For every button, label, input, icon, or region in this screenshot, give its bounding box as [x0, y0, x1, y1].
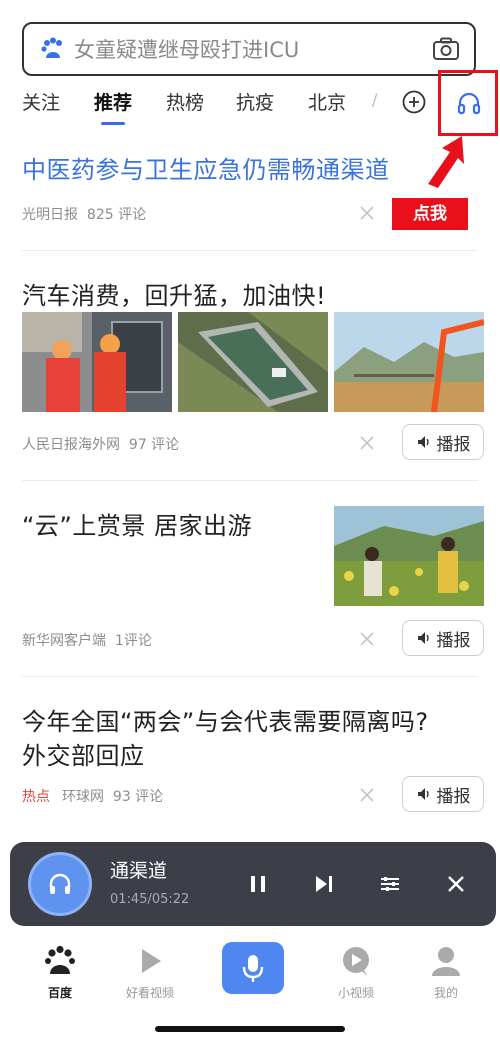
divider	[22, 676, 478, 677]
channel-tabs: 关注 推荐 热榜 抗疫 北京 /	[0, 88, 500, 128]
article-comments: 1评论	[114, 633, 152, 649]
baidu-paw-icon	[45, 945, 75, 974]
tab-hot-list[interactable]: 热榜	[166, 88, 204, 115]
play-icon	[142, 949, 161, 973]
search-input[interactable]: 女童疑遭继母殴打进ICU	[74, 34, 432, 64]
player-time: 01:45/05:22	[110, 892, 190, 907]
article-title[interactable]: 今年全国“两会”与会代表需要隔离吗?	[22, 702, 429, 737]
playlist-settings-icon[interactable]	[378, 872, 402, 896]
article-meta: 人民日报海外网 97 评论	[22, 434, 179, 454]
article-meta: 光明日报 825 评论	[22, 204, 146, 224]
tab-overflow: /	[372, 90, 378, 109]
pause-icon[interactable]	[246, 872, 270, 896]
article-comments: 97 评论	[128, 437, 180, 453]
article-comments: 825 评论	[86, 207, 147, 223]
dismiss-icon[interactable]	[358, 630, 376, 648]
microphone-icon	[242, 955, 264, 982]
audio-player[interactable]: 通渠道 01:45/05:22	[10, 842, 496, 926]
divider	[22, 250, 478, 251]
user-icon	[432, 947, 460, 976]
article-source: 环球网	[62, 789, 104, 805]
article-image[interactable]	[178, 312, 328, 412]
small-video-icon	[343, 947, 369, 976]
article-image[interactable]	[22, 312, 172, 412]
nav-baidu[interactable]: 百度	[20, 942, 100, 1001]
baidu-paw-icon	[41, 37, 62, 58]
speaker-icon	[417, 632, 429, 644]
home-indicator	[155, 1026, 345, 1032]
camera-icon[interactable]	[432, 37, 460, 61]
add-channel-icon[interactable]	[402, 90, 426, 114]
article-comments: 93 评论	[112, 789, 164, 805]
tab-recommend[interactable]: 推荐	[94, 88, 132, 115]
speaker-icon	[417, 436, 429, 448]
nav-label: 我的	[433, 986, 458, 1000]
article-source: 人民日报海外网	[22, 437, 120, 453]
next-track-icon[interactable]	[312, 872, 336, 896]
article-title[interactable]: “云”上赏景 居家出游	[22, 506, 252, 541]
active-tab-indicator	[101, 122, 125, 125]
read-aloud-button[interactable]: 播报	[402, 424, 484, 460]
nav-mine[interactable]: 我的	[406, 942, 486, 1001]
article-image[interactable]	[334, 312, 484, 412]
close-icon[interactable]	[444, 872, 468, 896]
red-arrow-icon	[428, 136, 464, 188]
article-title[interactable]: 中医药参与卫生应急仍需畅通渠道	[22, 150, 390, 185]
player-cover[interactable]	[28, 852, 92, 916]
click-me-label: 点我	[392, 198, 468, 230]
article-meta: 新华网客户端 1评论	[22, 630, 152, 650]
dismiss-icon[interactable]	[358, 786, 376, 804]
article-image[interactable]	[334, 506, 484, 606]
speaker-icon	[417, 788, 429, 800]
tab-anti-epidemic[interactable]: 抗疫	[236, 88, 274, 115]
dismiss-icon[interactable]	[358, 434, 376, 452]
player-title: 通渠道	[110, 860, 168, 882]
article-title-line2[interactable]: 外交部回应	[22, 736, 145, 771]
article-source: 光明日报	[22, 207, 78, 223]
read-aloud-button[interactable]: 播报	[402, 776, 484, 812]
nav-label: 小视频	[337, 986, 374, 1000]
article-title[interactable]: 汽车消费，回升猛，加油快!	[22, 276, 326, 311]
highlight-box	[438, 70, 498, 136]
divider	[22, 480, 478, 481]
search-bar[interactable]: 女童疑遭继母殴打进ICU	[22, 22, 476, 76]
read-aloud-label: 播报	[436, 434, 471, 455]
tab-beijing[interactable]: 北京	[308, 88, 346, 115]
nav-label: 百度	[47, 986, 72, 1000]
read-aloud-label: 播报	[436, 786, 471, 807]
headphones-icon	[49, 873, 71, 894]
article-source: 新华网客户端	[22, 633, 106, 649]
article-meta: 热点 环球网 93 评论	[22, 786, 163, 806]
voice-search-button[interactable]	[222, 942, 284, 994]
nav-haokan-video[interactable]: 好看视频	[110, 942, 190, 1001]
read-aloud-label: 播报	[436, 630, 471, 651]
tab-follow[interactable]: 关注	[22, 88, 60, 115]
nav-small-video[interactable]: 小视频	[316, 942, 396, 1001]
nav-label: 好看视频	[125, 986, 174, 1000]
hot-tag: 热点	[22, 789, 50, 805]
dismiss-icon[interactable]	[358, 204, 376, 222]
read-aloud-button[interactable]: 播报	[402, 620, 484, 656]
